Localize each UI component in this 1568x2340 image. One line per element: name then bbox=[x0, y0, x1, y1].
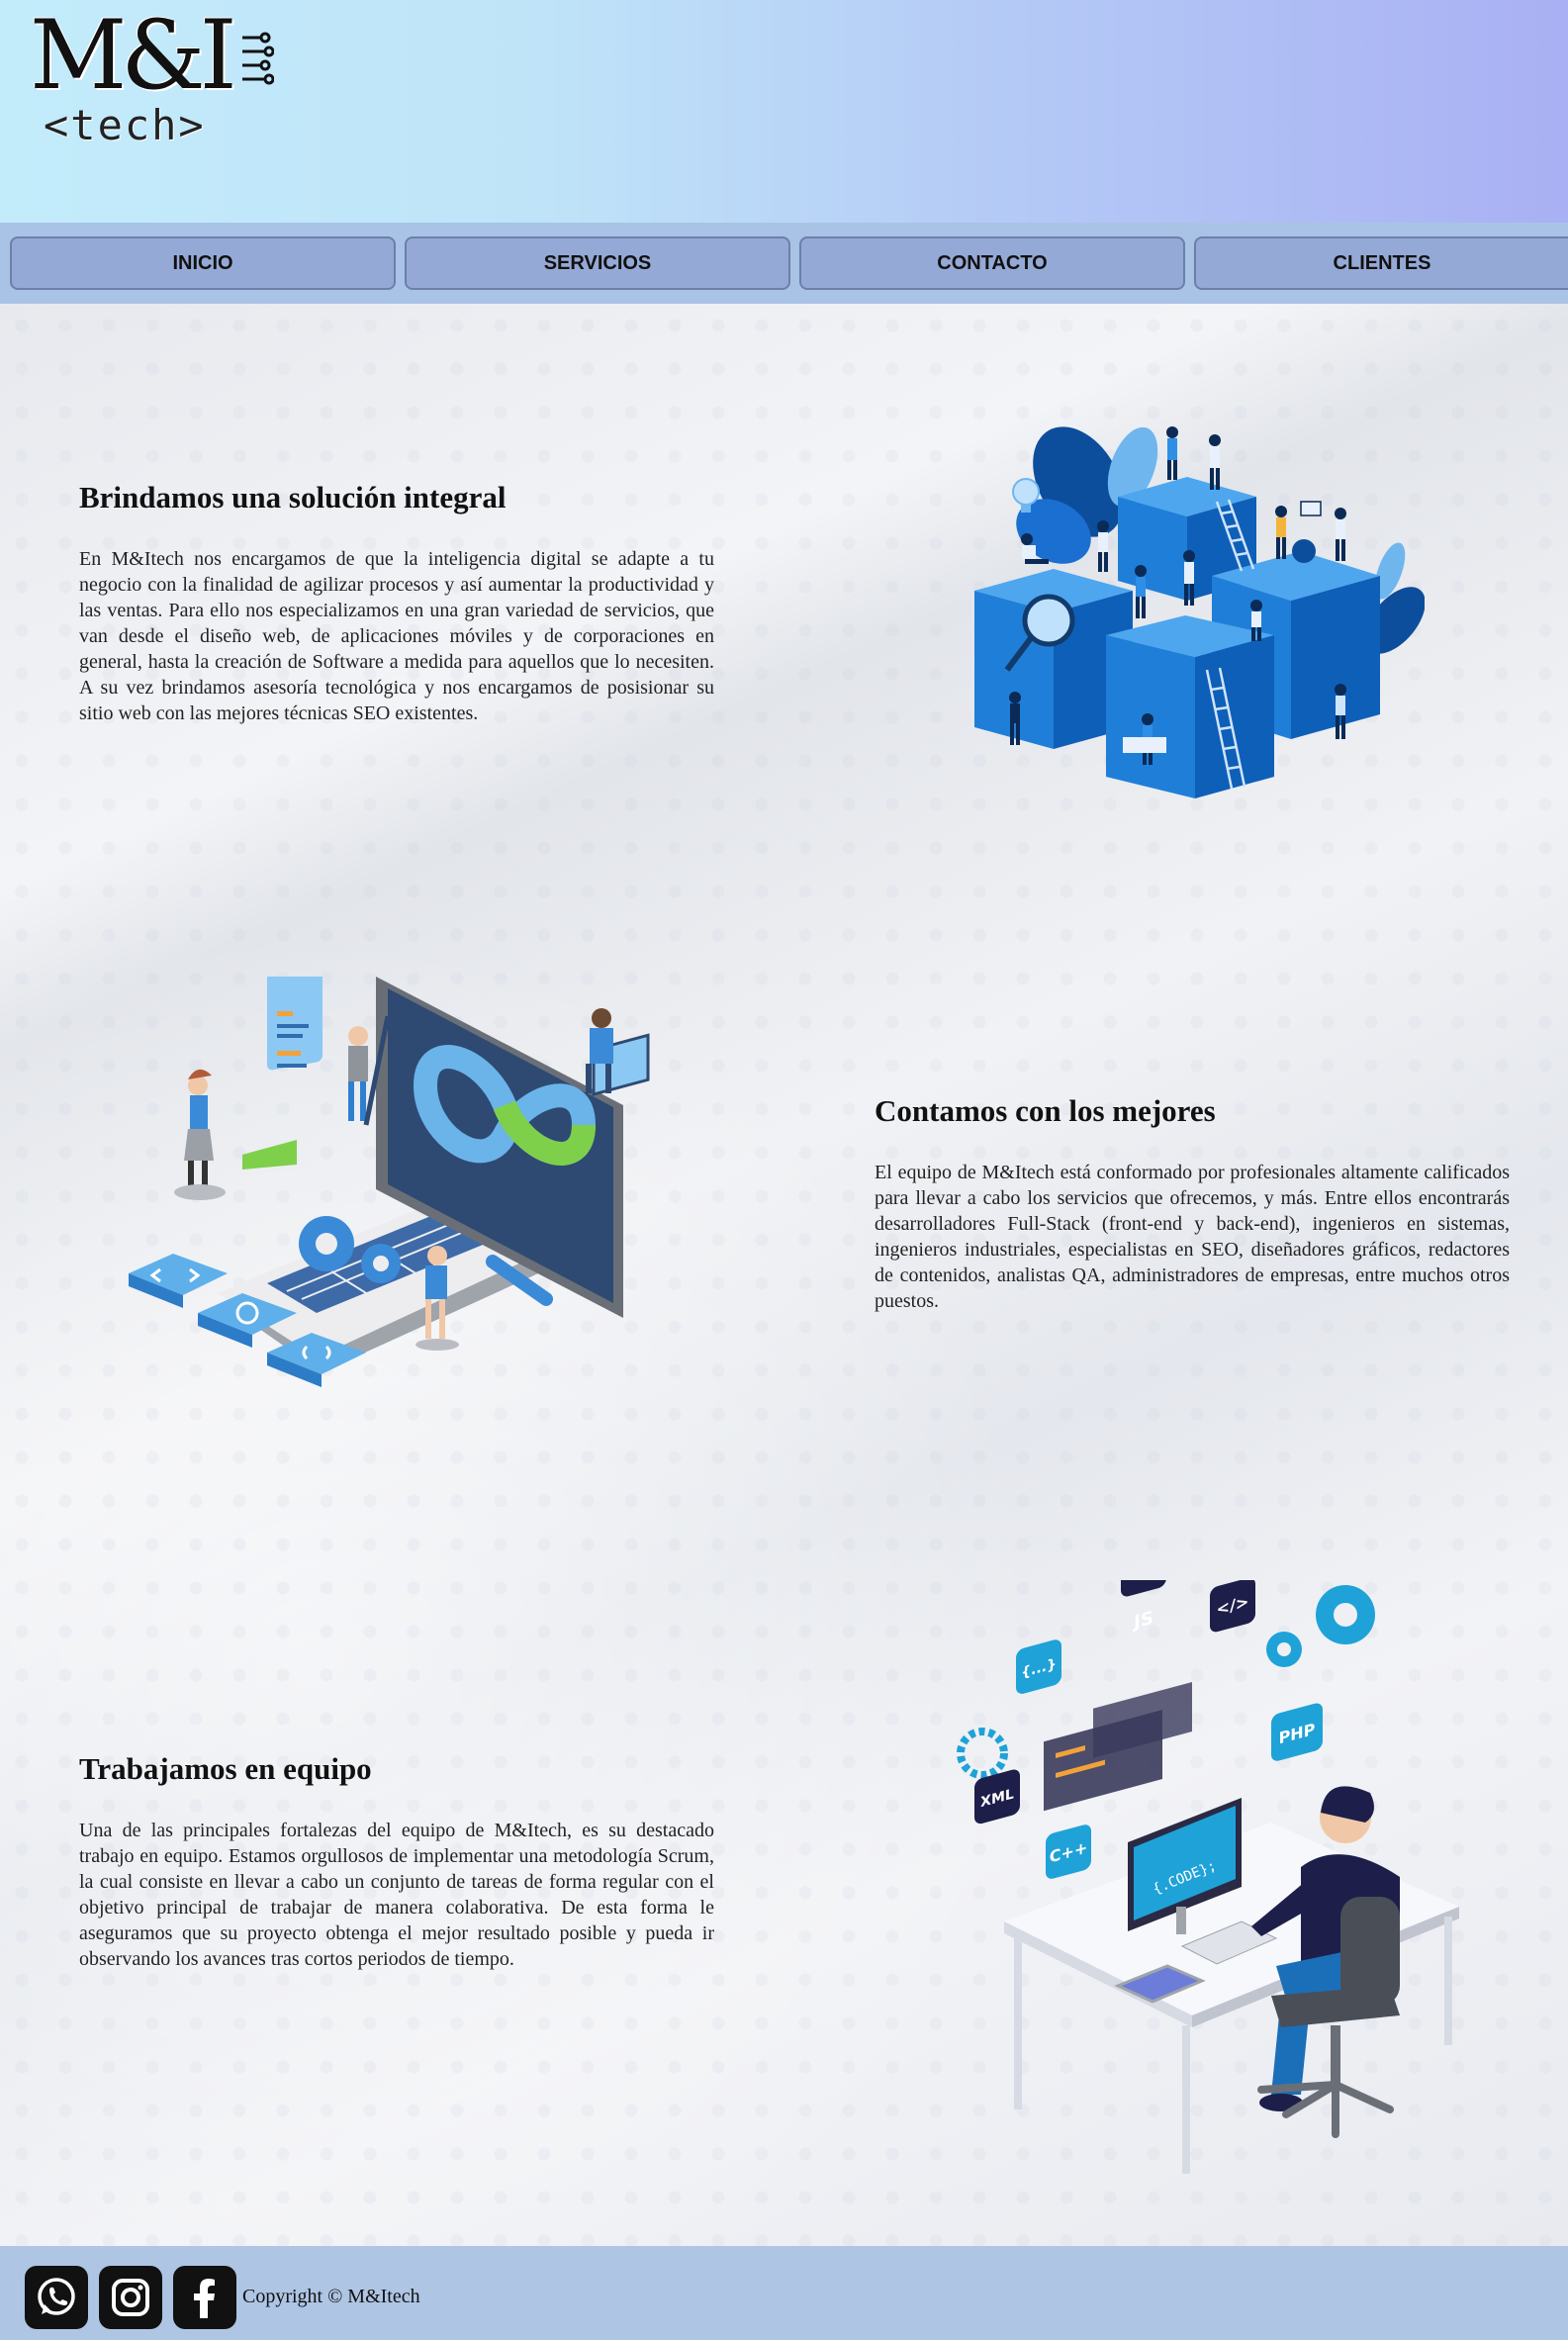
nav-clientes-button[interactable]: CLIENTES bbox=[1194, 236, 1568, 290]
logo-text: M&I bbox=[30, 0, 237, 111]
devops-laptop-illustration bbox=[129, 977, 650, 1387]
page-footer: Copyright © M&Itech bbox=[0, 2246, 1568, 2340]
whatsapp-icon[interactable] bbox=[25, 2266, 88, 2329]
developer-desk-illustration: JS </> {...} XML C++ PHP {.CODE}; bbox=[957, 1580, 1459, 2174]
main-nav: INICIO SERVICIOS CONTACTO CLIENTES bbox=[0, 223, 1568, 304]
section-text-solucion: En M&Itech nos encargamos de que la inte… bbox=[79, 548, 714, 724]
logo-circuit-icon bbox=[242, 32, 274, 85]
page-header: M&I <tech> bbox=[0, 0, 1568, 223]
site-logo[interactable]: M&I <tech> bbox=[30, 8, 274, 152]
section-text-equipo: Una de las principales fortalezas del eq… bbox=[79, 1820, 714, 1970]
js-badge-label: JS bbox=[1132, 1608, 1153, 1634]
section-title-equipo: Trabajamos en equipo bbox=[79, 1751, 372, 1786]
nav-servicios-button[interactable]: SERVICIOS bbox=[405, 236, 790, 290]
nav-inicio-button[interactable]: INICIO bbox=[10, 236, 396, 290]
logo-subtext: <tech> bbox=[44, 101, 206, 149]
copyright-text: Copyright © M&Itech bbox=[242, 2286, 420, 2307]
instagram-icon[interactable] bbox=[99, 2266, 162, 2329]
main-content: Brindamos una solución integral En M&Ite… bbox=[0, 304, 1568, 2246]
facebook-icon[interactable] bbox=[173, 2266, 236, 2329]
teamwork-blocks-illustration bbox=[974, 426, 1425, 798]
section-text-mejores: El equipo de M&Itech está conformado por… bbox=[875, 1162, 1510, 1312]
section-title-mejores: Contamos con los mejores bbox=[875, 1093, 1216, 1128]
nav-contacto-button[interactable]: CONTACTO bbox=[799, 236, 1185, 290]
section-title-solucion: Brindamos una solución integral bbox=[79, 480, 507, 515]
